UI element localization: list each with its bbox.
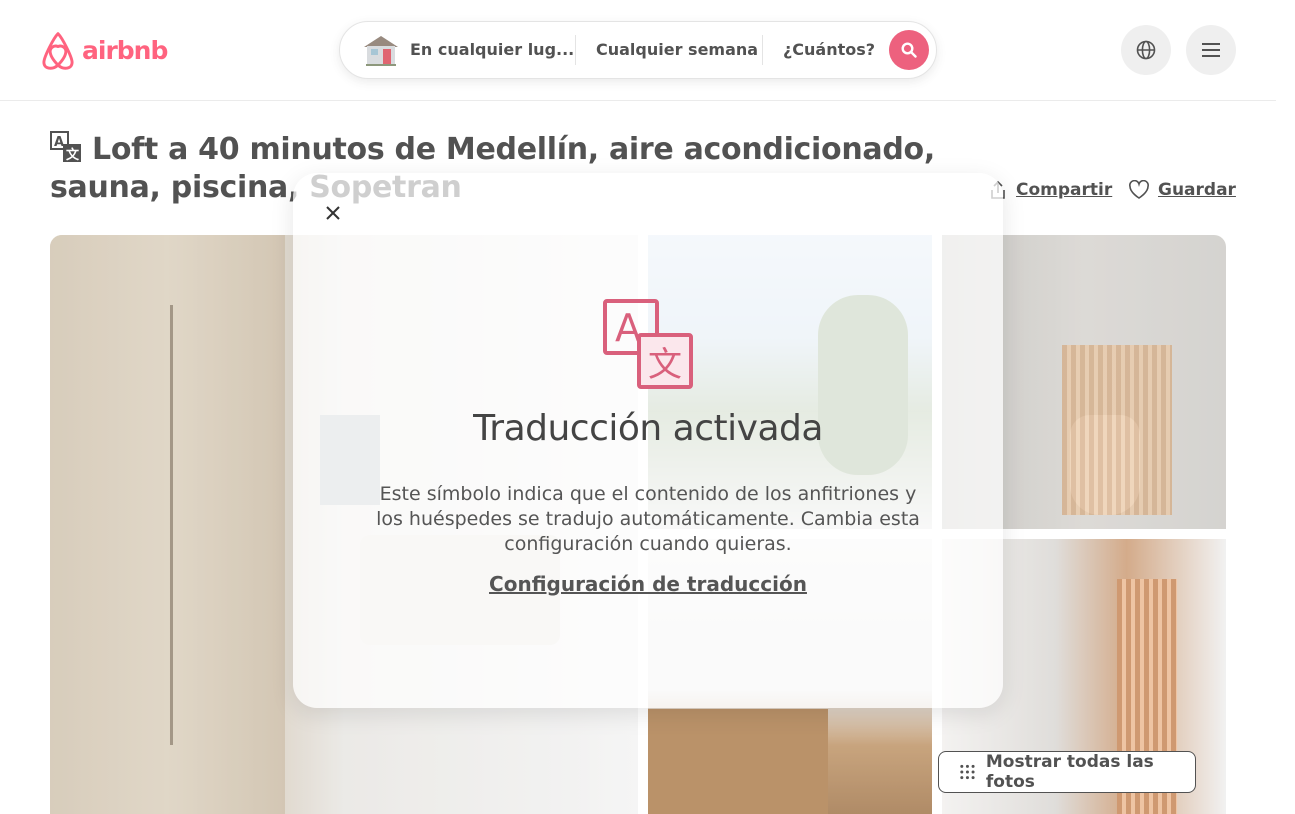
translation-settings-link[interactable]: Configuración de traducción (293, 572, 1003, 596)
svg-text:文: 文 (648, 345, 682, 385)
modal-title: Traducción activada (473, 408, 823, 449)
translation-modal: A 文 Traducción activada Este símbolo ind… (293, 173, 1003, 708)
translate-icon: A 文 (603, 299, 693, 389)
modal-description: Este símbolo indica que el contenido de … (376, 483, 920, 555)
close-button[interactable] (321, 201, 345, 225)
close-icon (326, 206, 340, 220)
